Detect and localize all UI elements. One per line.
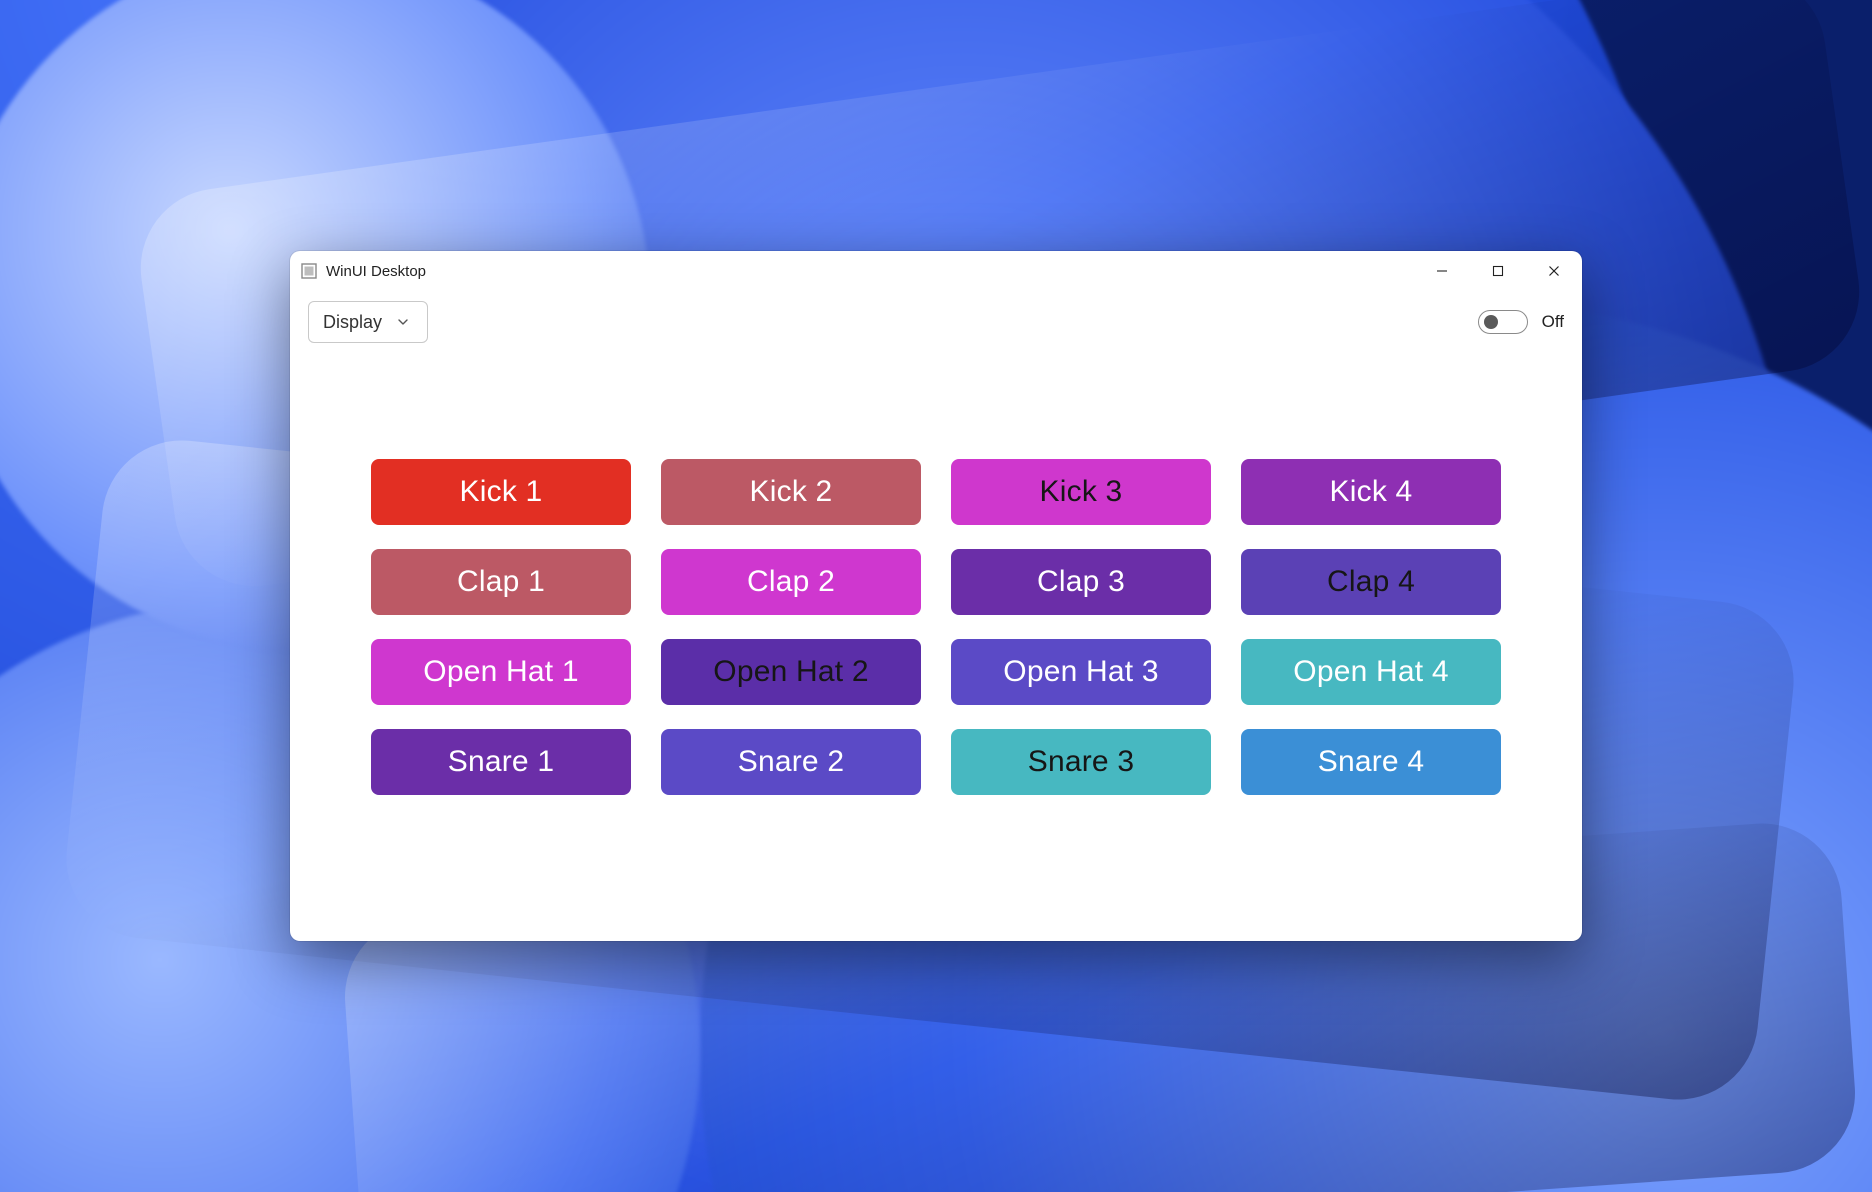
app-window: WinUI Desktop Display Off: [290, 251, 1582, 941]
pad-label: Snare 4: [1318, 745, 1424, 779]
pad-clap-2[interactable]: Clap 2: [661, 549, 921, 615]
maximize-button[interactable]: [1470, 251, 1526, 291]
pad-kick-3[interactable]: Kick 3: [951, 459, 1211, 525]
pad-snare-3[interactable]: Snare 3: [951, 729, 1211, 795]
pad-clap-4[interactable]: Clap 4: [1241, 549, 1501, 615]
toggle-knob: [1484, 315, 1498, 329]
toggle-switch[interactable]: [1478, 310, 1528, 334]
pad-label: Clap 2: [747, 565, 835, 599]
pad-label: Snare 3: [1028, 745, 1134, 779]
pad-label: Open Hat 2: [713, 655, 868, 689]
pad-kick-1[interactable]: Kick 1: [371, 459, 631, 525]
pad-label: Clap 1: [457, 565, 545, 599]
pad-snare-1[interactable]: Snare 1: [371, 729, 631, 795]
pad-label: Clap 4: [1327, 565, 1415, 599]
display-dropdown[interactable]: Display: [308, 301, 428, 343]
window-title: WinUI Desktop: [326, 263, 426, 280]
pad-label: Clap 3: [1037, 565, 1125, 599]
pad-label: Kick 2: [750, 475, 833, 509]
pad-open-hat-3[interactable]: Open Hat 3: [951, 639, 1211, 705]
pad-open-hat-1[interactable]: Open Hat 1: [371, 639, 631, 705]
pad-snare-4[interactable]: Snare 4: [1241, 729, 1501, 795]
app-icon: [300, 262, 318, 280]
pad-clap-3[interactable]: Clap 3: [951, 549, 1211, 615]
pad-label: Open Hat 3: [1003, 655, 1158, 689]
pad-kick-2[interactable]: Kick 2: [661, 459, 921, 525]
pad-label: Kick 4: [1330, 475, 1413, 509]
pad-clap-1[interactable]: Clap 1: [371, 549, 631, 615]
pad-label: Open Hat 4: [1293, 655, 1448, 689]
pad-label: Kick 1: [460, 475, 543, 509]
minimize-button[interactable]: [1414, 251, 1470, 291]
window-controls: [1414, 251, 1582, 291]
pad-grid: Kick 1 Kick 2 Kick 3 Kick 4 Clap 1 Clap 2 Clap…: [371, 459, 1501, 795]
pad-kick-4[interactable]: Kick 4: [1241, 459, 1501, 525]
display-dropdown-label: Display: [323, 312, 382, 333]
pad-open-hat-2[interactable]: Open Hat 2: [661, 639, 921, 705]
pad-label: Snare 2: [738, 745, 844, 779]
pad-snare-2[interactable]: Snare 2: [661, 729, 921, 795]
toggle-label: Off: [1542, 312, 1564, 332]
pad-label: Open Hat 1: [423, 655, 578, 689]
pad-area: Kick 1 Kick 2 Kick 3 Kick 4 Clap 1 Clap 2 Clap…: [290, 343, 1582, 941]
pad-label: Kick 3: [1040, 475, 1123, 509]
toolbar: Display Off: [290, 291, 1582, 343]
close-button[interactable]: [1526, 251, 1582, 291]
pad-label: Snare 1: [448, 745, 554, 779]
titlebar[interactable]: WinUI Desktop: [290, 251, 1582, 291]
chevron-down-icon: [396, 315, 410, 329]
pad-open-hat-4[interactable]: Open Hat 4: [1241, 639, 1501, 705]
